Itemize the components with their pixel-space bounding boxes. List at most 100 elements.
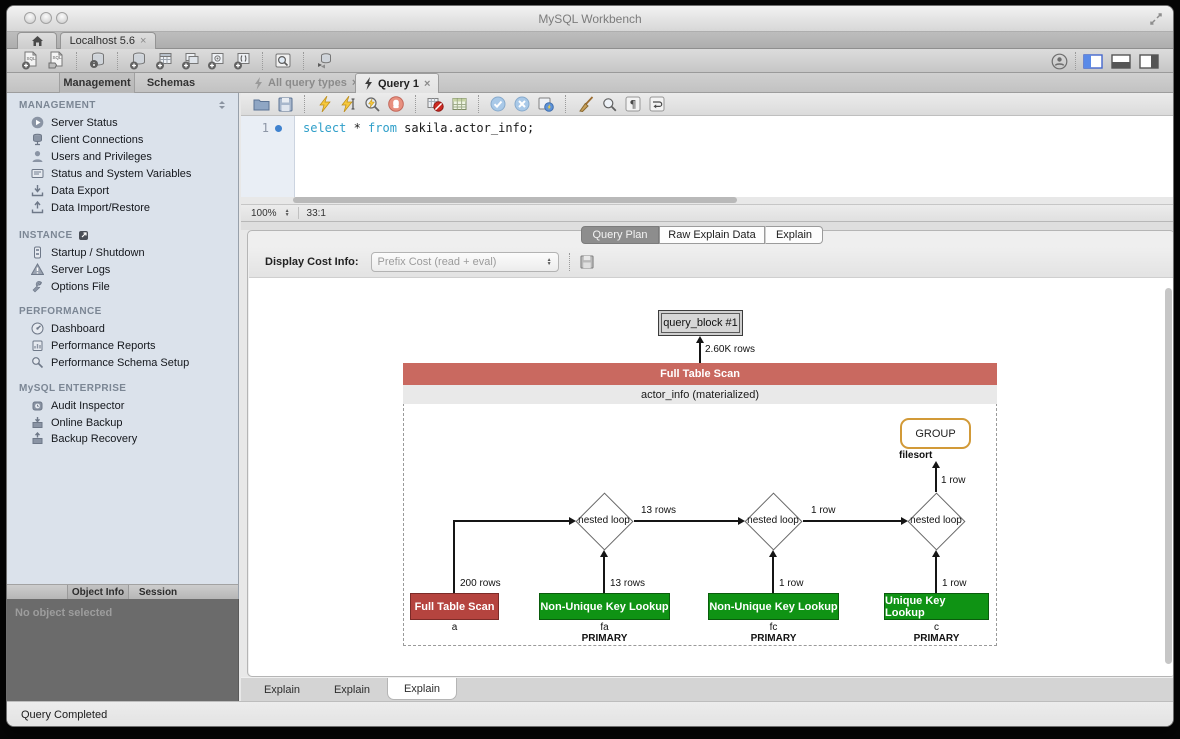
nested-loop-node[interactable]: nested loop [575, 492, 633, 550]
sql-editor[interactable]: 1 select * from sakila.actor_info; [241, 116, 1174, 197]
rows-label: 13 rows [641, 505, 676, 516]
sidebar-item-backup-recovery[interactable]: Backup Recovery [7, 430, 239, 447]
canvas-vertical-scrollbar[interactable] [1165, 288, 1172, 664]
sql-keyword: from [368, 121, 397, 135]
save-script-button[interactable] [273, 94, 297, 114]
title-bar: MySQL Workbench [7, 6, 1173, 32]
toggle-left-sidebar-icon[interactable] [1083, 54, 1103, 69]
sql-code-line[interactable]: select * from sakila.actor_info; [303, 121, 534, 135]
sidebar-item-startup-shutdown[interactable]: Startup / Shutdown [7, 244, 239, 261]
sidebar-item-status-and-system-variables[interactable]: Status and System Variables [7, 165, 239, 182]
rows-label: 2.60K rows [705, 344, 755, 355]
rollback-button[interactable] [510, 94, 534, 114]
arrow-right-icon [738, 517, 745, 525]
clear-query-button[interactable] [573, 94, 597, 114]
tab-session[interactable]: Session [133, 585, 183, 600]
group-node[interactable]: GROUP [900, 418, 971, 449]
sidebar-item-audit-inspector[interactable]: Audit Inspector [7, 397, 239, 414]
sidebar-item-server-status[interactable]: Server Status [7, 114, 239, 131]
arrow-right-icon [569, 517, 576, 525]
tab-object-info[interactable]: Object Info [67, 585, 129, 600]
new-schema-button[interactable] [125, 50, 151, 72]
query-tab-label: All query types [268, 77, 347, 89]
toggle-autocommit-button[interactable] [534, 94, 558, 114]
nested-loop-label: nested loop [907, 492, 965, 550]
toggle-stop-on-error-button[interactable] [423, 94, 447, 114]
fullscreen-icon[interactable] [1149, 12, 1163, 26]
connector-line [453, 520, 455, 593]
collapse-sidebar-icon[interactable] [217, 100, 227, 110]
close-icon[interactable]: × [140, 36, 146, 46]
sidebar-item-users-and-privileges[interactable]: Users and Privileges [7, 148, 239, 165]
query-tab-label: Query 1 [378, 78, 419, 90]
result-tab-explain-3[interactable]: Explain [387, 678, 457, 700]
search-data-button[interactable] [270, 50, 296, 72]
query-block-node[interactable]: query_block #1 [658, 310, 743, 336]
explain-magnifier-icon [364, 96, 381, 112]
tab-raw-explain-data[interactable]: Raw Explain Data [659, 226, 765, 244]
commit-button[interactable] [486, 94, 510, 114]
sidebar-item-online-backup[interactable]: Online Backup [7, 414, 239, 431]
section-title-instance: INSTANCE [19, 228, 89, 242]
schema-plus-icon [128, 51, 148, 71]
toggle-right-sidebar-icon[interactable] [1139, 54, 1159, 69]
result-tab-explain-1[interactable]: Explain [247, 678, 317, 702]
query-tab-query-1[interactable]: Query 1 × [355, 73, 439, 93]
sidebar-item-data-export[interactable]: Data Export [7, 182, 239, 199]
statement-marker-icon [275, 125, 282, 132]
open-sql-script-button[interactable]: SQL [43, 50, 69, 72]
server-info-button[interactable] [84, 50, 110, 72]
toggle-bottom-panel-icon[interactable] [1111, 54, 1131, 69]
broom-icon [577, 96, 594, 112]
new-view-button[interactable] [177, 50, 203, 72]
scrollbar-thumb[interactable] [293, 197, 737, 203]
new-table-button[interactable] [151, 50, 177, 72]
tab-schemas[interactable]: Schemas [135, 73, 207, 93]
sidebar-item-options-file[interactable]: Options File [7, 278, 239, 295]
execute-query-button[interactable] [312, 94, 336, 114]
sidebar-item-client-connections[interactable]: Client Connections [7, 131, 239, 148]
execute-current-statement-button[interactable] [336, 94, 360, 114]
close-icon[interactable]: × [424, 79, 430, 89]
tab-explain[interactable]: Explain [765, 226, 823, 244]
home-tab[interactable] [17, 32, 57, 49]
sidebar-item-performance-schema-setup[interactable]: Performance Schema Setup [7, 354, 239, 371]
new-sql-tab-button[interactable]: SQL [17, 50, 43, 72]
stop-query-button[interactable] [384, 94, 408, 114]
reconnect-db-button[interactable] [311, 50, 337, 72]
user-connection-icon[interactable] [1051, 53, 1068, 70]
sidebar-item-performance-reports[interactable]: Performance Reports [7, 337, 239, 354]
explain-query-button[interactable] [360, 94, 384, 114]
sidebar-item-dashboard[interactable]: Dashboard [7, 320, 239, 337]
nested-loop-node[interactable]: nested loop [744, 492, 802, 550]
toggle-invisibles-button[interactable]: ¶ [621, 94, 645, 114]
subtab-row: Management Schemas All query types × Que… [7, 73, 1173, 93]
key-lookup-node[interactable]: Non-Unique Key Lookup [708, 593, 839, 620]
sidebar-item-data-import-restore[interactable]: Data Import/Restore [7, 199, 239, 216]
sidebar-item-server-logs[interactable]: Server Logs [7, 261, 239, 278]
full-table-scan-node[interactable]: Full Table Scan [410, 593, 499, 620]
sql-text: * [346, 121, 368, 135]
toggle-word-wrap-button[interactable] [645, 94, 669, 114]
find-button[interactable] [597, 94, 621, 114]
limit-rows-button[interactable] [447, 94, 471, 114]
status-bar: Query Completed [7, 701, 1173, 727]
tab-query-plan[interactable]: Query Plan [581, 226, 659, 244]
key-lookup-node[interactable]: Non-Unique Key Lookup [539, 593, 670, 620]
save-plan-icon[interactable] [580, 255, 594, 269]
open-file-button[interactable] [249, 94, 273, 114]
cost-info-selected-option: Prefix Cost (read + eval) [378, 256, 497, 268]
tab-management[interactable]: Management [59, 73, 135, 93]
result-tab-explain-2[interactable]: Explain [317, 678, 387, 702]
zoom-stepper[interactable]: ▲▼ [285, 209, 290, 217]
connection-tab[interactable]: Localhost 5.6 × [60, 32, 156, 49]
materialized-header[interactable]: Full Table Scan [403, 363, 997, 385]
new-function-button[interactable] [229, 50, 255, 72]
server-status-icon [31, 116, 44, 129]
editor-horizontal-scrollbar[interactable] [241, 197, 1174, 204]
cost-info-dropdown[interactable]: Prefix Cost (read + eval) ▲▼ [371, 252, 559, 272]
new-procedure-button[interactable] [203, 50, 229, 72]
key-lookup-node[interactable]: Unique Key Lookup [884, 593, 989, 620]
query-tab-all-query-types[interactable]: All query types × [246, 73, 366, 93]
nested-loop-node[interactable]: nested loop [907, 492, 965, 550]
